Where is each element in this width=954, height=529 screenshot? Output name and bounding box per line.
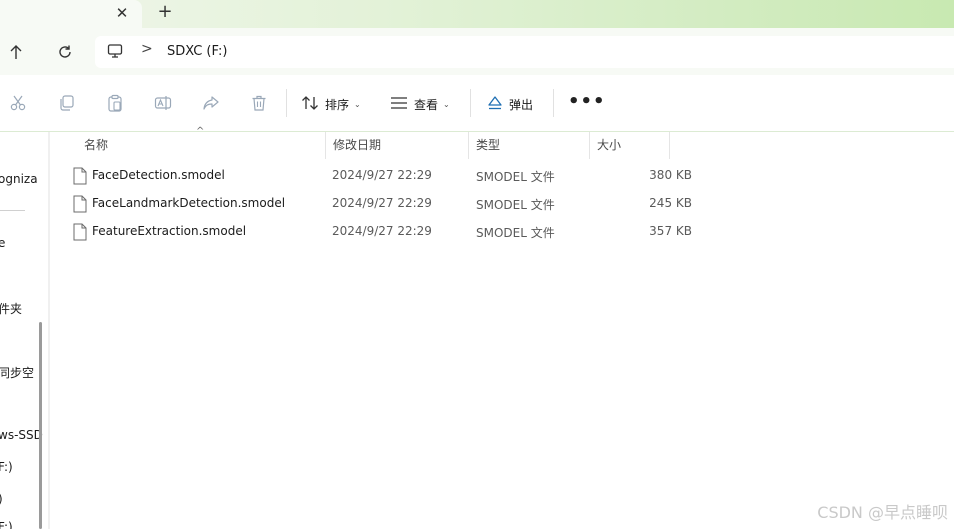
file-modified-date: 2024/9/27 22:29 <box>332 168 432 182</box>
file-modified-date: 2024/9/27 22:29 <box>332 224 432 238</box>
file-list: ^ 名称 修改日期 类型 大小 FaceDetection.smodel 2024… <box>50 126 954 529</box>
watermark: CSDN @早点睡呗 <box>817 503 948 522</box>
view-button[interactable]: 查看 ⌄ <box>390 94 450 114</box>
file-row[interactable]: FeatureExtraction.smodel 2024/9/27 22:29 S… <box>70 218 692 246</box>
sidebar-item[interactable]: 同步空 <box>0 364 34 381</box>
eject-label: 弹出 <box>509 97 534 112</box>
sidebar-item[interactable]: F:) <box>0 520 13 529</box>
address-bar[interactable]: > SDXC (F:) <box>95 36 954 68</box>
delete-icon[interactable] <box>249 93 269 113</box>
column-header-modified[interactable]: 修改日期 <box>326 132 469 159</box>
file-row[interactable]: FaceDetection.smodel 2024/9/27 22:29 SMODE… <box>70 162 692 190</box>
sidebar-item[interactable]: ) <box>0 492 3 506</box>
sidebar-item[interactable]: 件夹 <box>0 300 22 317</box>
file-name: FaceLandmarkDetection.smodel <box>92 196 286 210</box>
file-modified-date: 2024/9/27 22:29 <box>332 196 432 210</box>
sort-icon <box>301 95 319 114</box>
file-size: 380 KB <box>649 168 692 182</box>
file-icon <box>73 167 87 189</box>
sidebar-item[interactable]: ws-SSD <box>0 428 43 442</box>
rename-icon[interactable] <box>153 93 173 113</box>
file-type: SMODEL 文件 <box>476 170 555 184</box>
file-type: SMODEL 文件 <box>476 198 555 212</box>
active-tab[interactable]: ✕ <box>0 0 142 28</box>
file-size: 245 KB <box>649 196 692 210</box>
sort-button[interactable]: 排序 ⌄ <box>301 94 361 114</box>
column-header-type[interactable]: 类型 <box>469 132 590 159</box>
eject-icon <box>487 95 503 114</box>
eject-button[interactable]: 弹出 <box>487 94 533 114</box>
more-options-icon[interactable]: ••• <box>568 93 606 111</box>
refresh-icon[interactable] <box>53 40 77 64</box>
computer-icon[interactable] <box>107 43 123 63</box>
chevron-down-icon: ⌄ <box>354 99 361 109</box>
sidebar-item[interactable]: ogniza <box>0 172 38 186</box>
sort-label: 排序 <box>325 97 350 112</box>
view-icon <box>390 96 408 113</box>
toolbar-divider <box>470 89 471 117</box>
sidebar-scrollbar[interactable] <box>39 322 42 529</box>
file-icon <box>73 195 87 217</box>
chevron-down-icon: ⌄ <box>443 99 450 109</box>
command-bar: 排序 ⌄ 查看 ⌄ 弹出 ••• <box>0 75 954 132</box>
breadcrumb-separator-icon[interactable]: > <box>141 41 153 57</box>
up-arrow-icon[interactable] <box>4 40 28 64</box>
sidebar-divider <box>0 210 25 211</box>
column-header-size[interactable]: 大小 <box>590 132 670 159</box>
file-row[interactable]: FaceLandmarkDetection.smodel 2024/9/27 22… <box>70 190 692 218</box>
file-type: SMODEL 文件 <box>476 226 555 240</box>
navigation-row: > SDXC (F:) <box>0 28 954 75</box>
close-tab-icon[interactable]: ✕ <box>112 3 132 23</box>
paste-icon[interactable] <box>105 93 125 113</box>
file-name: FeatureExtraction.smodel <box>92 224 247 238</box>
new-tab-icon[interactable]: + <box>154 2 176 24</box>
tab-strip: ✕ + <box>0 0 954 28</box>
file-name: FaceDetection.smodel <box>92 168 225 182</box>
file-size: 357 KB <box>649 224 692 238</box>
cut-icon[interactable] <box>8 93 28 113</box>
view-label: 查看 <box>414 97 439 112</box>
navigation-pane: ogniza e 件夹 同步空 ws-SSD F:) ) F:) <box>0 132 48 529</box>
sidebar-item[interactable]: F:) <box>0 460 13 474</box>
share-icon[interactable] <box>201 93 221 113</box>
toolbar-divider <box>553 89 554 117</box>
file-icon <box>73 223 87 245</box>
sidebar-item[interactable]: e <box>0 236 5 250</box>
copy-icon[interactable] <box>57 93 77 113</box>
breadcrumb-location[interactable]: SDXC (F:) <box>167 44 227 59</box>
toolbar-divider <box>286 89 287 117</box>
column-header-name[interactable]: 名称 <box>77 132 326 159</box>
